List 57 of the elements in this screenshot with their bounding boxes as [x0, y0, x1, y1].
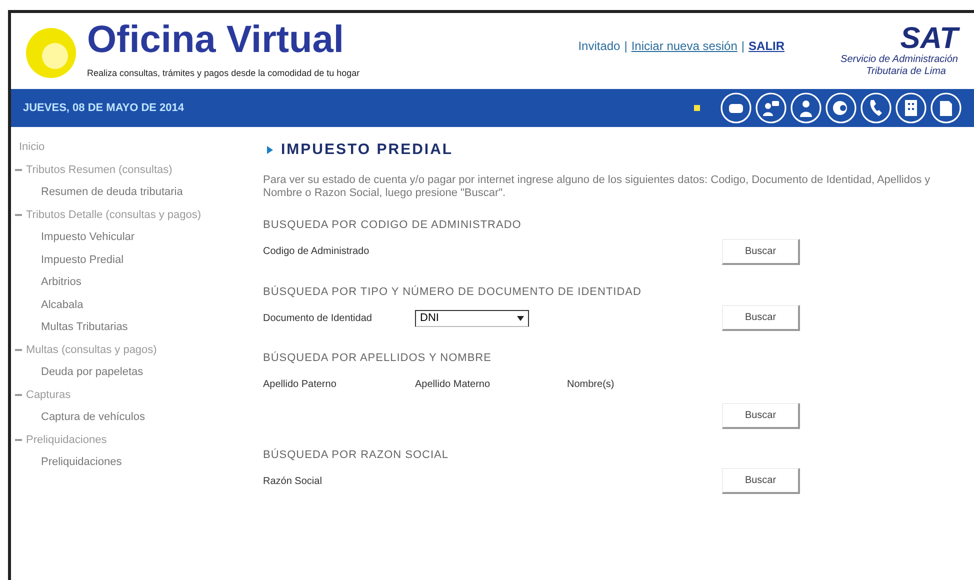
field-label: Apellido Materno: [415, 378, 492, 392]
site-title: Oficina Virtual: [87, 21, 345, 60]
expand-icon[interactable]: [15, 436, 22, 444]
field-label: Documento de Identidad: [263, 312, 373, 326]
dropdown-arrow-icon[interactable]: [517, 316, 524, 320]
search-button[interactable]: Buscar: [722, 238, 800, 264]
section-title: BUSQUEDA POR CODIGO DE ADMINISTRADO: [263, 218, 522, 233]
user-label: Invitado: [578, 38, 620, 55]
session-link[interactable]: Iniciar nueva sesión: [631, 37, 738, 55]
separator-text: |: [624, 38, 628, 55]
separator-text: |: [741, 38, 745, 55]
field-label: Codigo de Administrado: [263, 245, 370, 259]
bullet-icon: [267, 146, 273, 154]
menu-item[interactable]: Tributos Detalle (consultas y pagos): [26, 206, 202, 223]
expand-icon[interactable]: [15, 211, 22, 218]
submenu-item[interactable]: Impuesto Predial: [41, 252, 243, 268]
phone-icon[interactable]: [860, 92, 892, 124]
field-label: Nombre(s): [567, 378, 616, 392]
submenu-item[interactable]: Impuesto Vehicular: [41, 229, 243, 246]
user-icon[interactable]: [790, 92, 822, 124]
search-button[interactable]: Buscar: [722, 305, 800, 331]
submenu-item[interactable]: Multas Tributarias: [41, 319, 243, 336]
field-label: Apellido Paterno: [263, 378, 338, 392]
chat-icon[interactable]: [720, 92, 752, 124]
menu-item[interactable]: Multas (consultas y pagos): [26, 342, 157, 358]
brand-subtitle: Servicio de Administración: [840, 54, 958, 66]
submenu-item[interactable]: Preliquidaciones: [41, 454, 243, 470]
section-title: BÚSQUEDA POR RAZON SOCIAL: [263, 448, 450, 462]
expand-icon[interactable]: [15, 346, 22, 354]
submenu-item[interactable]: Alcabala: [41, 296, 243, 313]
search-button[interactable]: Buscar: [722, 402, 800, 428]
people-icon[interactable]: [755, 92, 787, 124]
brand-logo: SAT: [900, 24, 958, 54]
home-link[interactable]: Inicio: [19, 139, 243, 156]
menu-item[interactable]: Preliquidaciones: [26, 432, 107, 448]
section-title: BÚSQUEDA POR APELLIDOS Y NOMBRE: [263, 350, 492, 366]
indicator-icon: [694, 105, 700, 111]
document-type-select[interactable]: DNI: [415, 310, 529, 326]
session-link[interactable]: SALIR: [748, 37, 785, 55]
intro-text: Para ver su estado de cuenta y/o pagar por internet ingrese alguno de los siguientes datos: Codigo, Documento de Identidad, Apellidos y Nombre o Razon Social, luego presione "Buscar".: [263, 174, 932, 201]
site-tagline: Realiza consultas, trámites y pagos desde la comodidad de tu hogar: [87, 67, 360, 80]
submenu-item[interactable]: Arbitrios: [41, 274, 243, 290]
submenu-item[interactable]: Resumen de deuda tributaria: [41, 184, 243, 200]
field-label: Razón Social: [263, 474, 323, 488]
date-text: JUEVES, 08 DE MAYO DE 2014: [23, 100, 184, 116]
search-button[interactable]: Buscar: [722, 468, 800, 494]
submenu-item[interactable]: Captura de vehículos: [41, 409, 243, 426]
building-icon[interactable]: [895, 92, 927, 124]
document-icon[interactable]: [930, 92, 962, 124]
page-title: IMPUESTO PREDIAL: [281, 140, 454, 160]
expand-icon[interactable]: [15, 166, 22, 174]
brand-subtitle: Tributaria de Lima: [866, 66, 946, 78]
menu-item[interactable]: Tributos Resumen (consultas): [26, 162, 172, 178]
section-title: BÚSQUEDA POR TIPO Y NÚMERO DE DOCUMENTO DE IDENTIDAD: [263, 284, 642, 300]
menu-item[interactable]: Capturas: [26, 386, 71, 403]
submenu-item[interactable]: Deuda por papeletas: [41, 364, 243, 380]
expand-icon[interactable]: [15, 391, 22, 398]
